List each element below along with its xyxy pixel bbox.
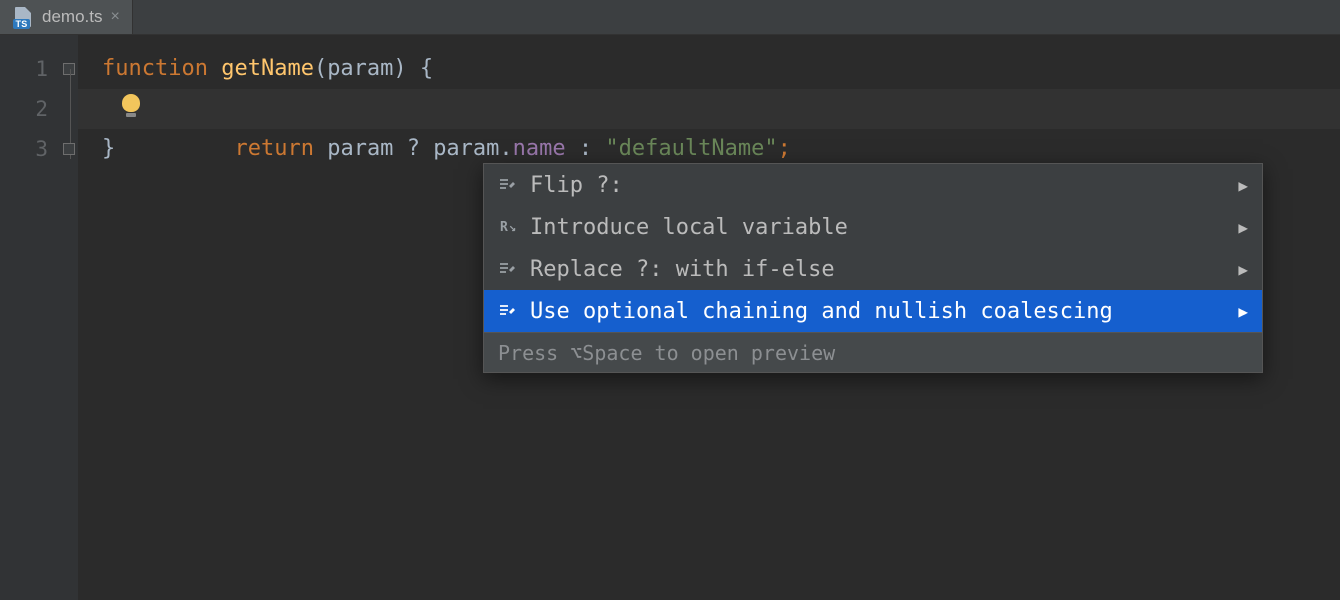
- intention-icon: [498, 259, 518, 279]
- line-number-text: 2: [35, 97, 48, 121]
- fold-end-icon[interactable]: [62, 143, 76, 155]
- tab-filename: demo.ts: [42, 7, 102, 27]
- intention-label: Replace ?: with if-else: [530, 257, 1226, 282]
- chevron-right-icon: ▶: [1238, 176, 1248, 195]
- intention-item-optional-chaining[interactable]: Use optional chaining and nullish coales…: [484, 290, 1262, 332]
- popup-hint: Press ⌥Space to open preview: [484, 332, 1262, 372]
- tab-bar: TS demo.ts ×: [0, 0, 1340, 35]
- function-name: getName: [221, 56, 314, 81]
- typescript-file-icon: TS: [12, 6, 34, 28]
- chevron-right-icon: ▶: [1238, 218, 1248, 237]
- chevron-right-icon: ▶: [1238, 302, 1248, 321]
- intention-item-flip[interactable]: Flip ?: ▶: [484, 164, 1262, 206]
- chevron-right-icon: ▶: [1238, 260, 1248, 279]
- intention-item-replace-ifelse[interactable]: Replace ?: with if-else ▶: [484, 248, 1262, 290]
- line-number-text: 3: [35, 137, 48, 161]
- intention-actions-popup: Flip ?: ▶ R↘ Introduce local variable ▶ …: [483, 163, 1263, 373]
- code-line-active: return param ? param.name : "defaultName…: [78, 89, 1340, 129]
- intention-item-introduce-variable[interactable]: R↘ Introduce local variable ▶: [484, 206, 1262, 248]
- intention-icon: [498, 175, 518, 195]
- line-number-text: 1: [35, 57, 48, 81]
- ts-badge: TS: [13, 19, 29, 29]
- editor: 1 2 3 function getName(param) { return p…: [0, 35, 1340, 600]
- code-line: function getName(param) {: [78, 49, 1340, 89]
- fold-start-icon[interactable]: [62, 63, 76, 75]
- param-name: param: [327, 56, 393, 81]
- intention-icon: [498, 301, 518, 321]
- brace-open: {: [407, 56, 434, 81]
- gutter: 1 2 3: [0, 35, 78, 600]
- code-area[interactable]: function getName(param) { return param ?…: [78, 35, 1340, 600]
- file-tab[interactable]: TS demo.ts ×: [0, 0, 133, 34]
- brace-close: }: [102, 136, 115, 161]
- intention-bulb-icon[interactable]: [118, 94, 144, 120]
- line-number: 3: [0, 129, 78, 169]
- intention-label: Use optional chaining and nullish coales…: [530, 299, 1226, 324]
- paren-close: ): [393, 56, 406, 81]
- line-number: 1: [0, 49, 78, 89]
- keyword-function: function: [102, 56, 208, 81]
- refactor-icon: R↘: [498, 217, 518, 237]
- intention-label: Introduce local variable: [530, 215, 1226, 240]
- paren-open: (: [314, 56, 327, 81]
- intention-label: Flip ?:: [530, 173, 1226, 198]
- close-tab-icon[interactable]: ×: [110, 9, 119, 25]
- line-number: 2: [0, 89, 78, 129]
